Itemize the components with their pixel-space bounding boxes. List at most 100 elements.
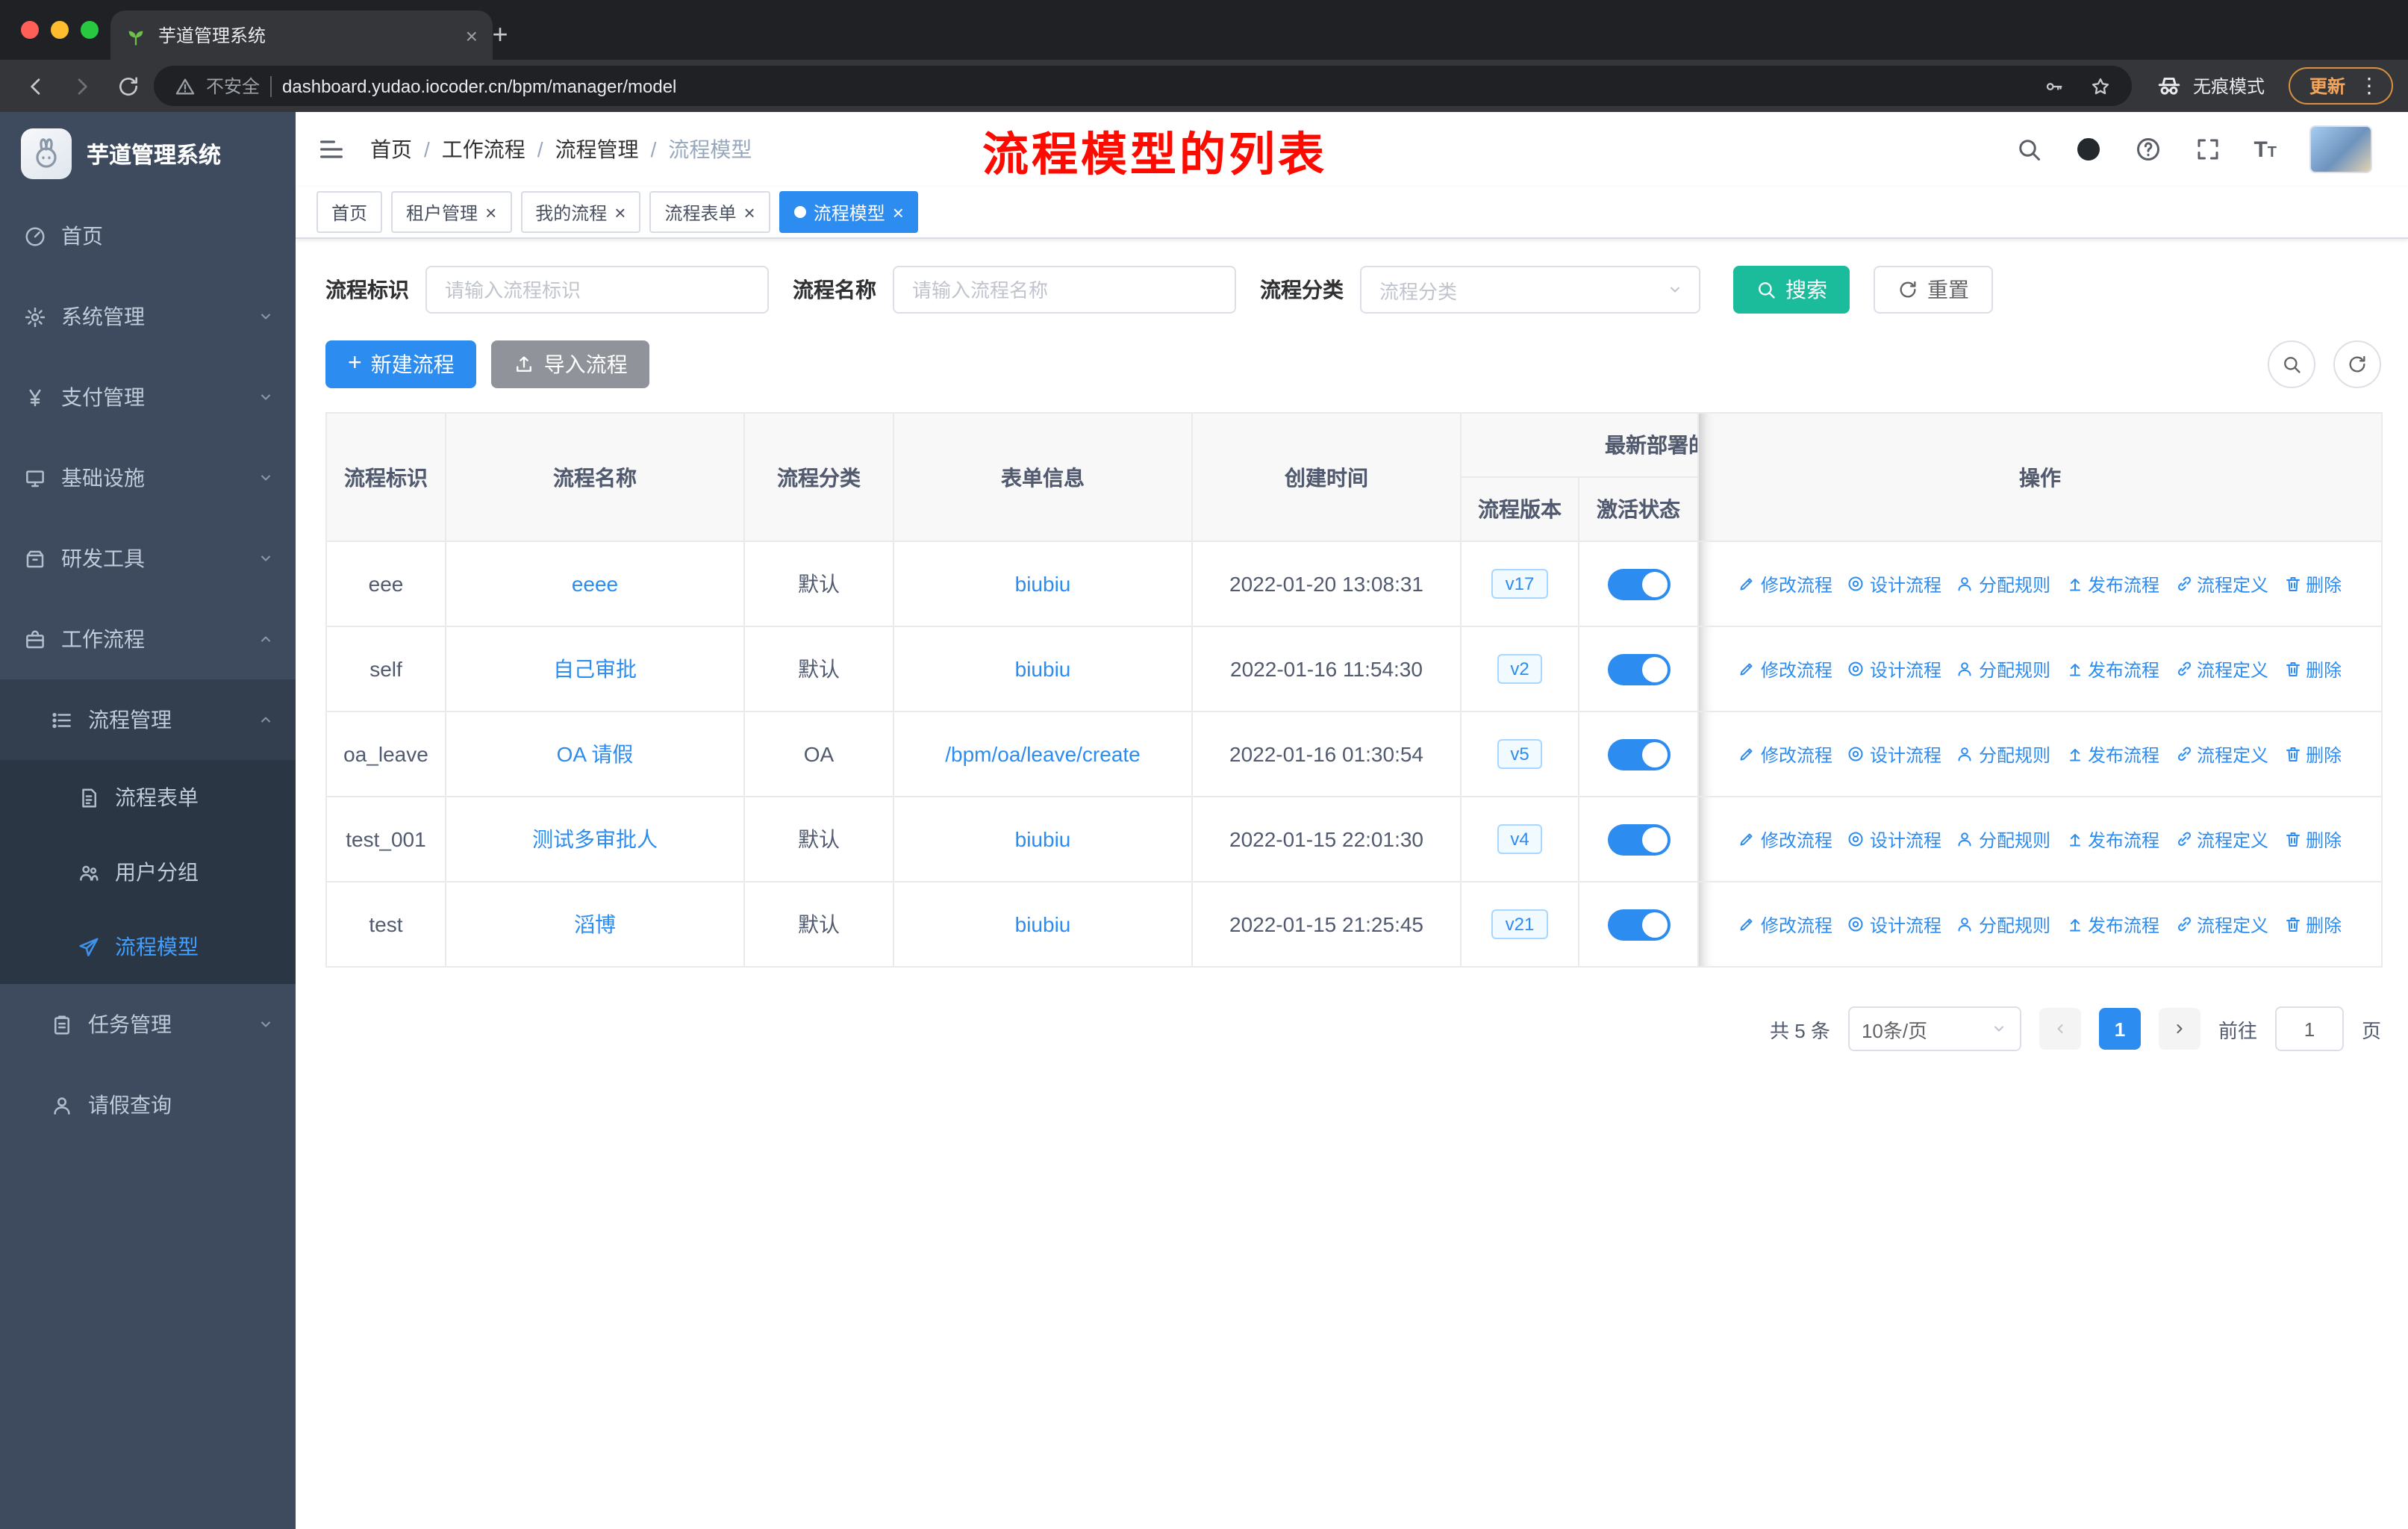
header-search-icon[interactable] (2015, 136, 2042, 163)
action-发布流程[interactable]: 发布流程 (2065, 912, 2159, 937)
create-process-button[interactable]: + 新建流程 (325, 340, 477, 388)
tag-流程表单[interactable]: 流程表单 × (649, 191, 770, 233)
sidebar-item-system[interactable]: 系统管理 (0, 276, 296, 357)
action-发布流程[interactable]: 发布流程 (2065, 656, 2159, 682)
next-page-button[interactable] (2158, 1008, 2200, 1050)
sidebar-item-process-form[interactable]: 流程表单 (0, 760, 296, 835)
sidebar-logo[interactable]: 芋道管理系统 (0, 112, 296, 196)
action-分配规则[interactable]: 分配规则 (1956, 912, 2050, 937)
version-badge[interactable]: v17 (1491, 569, 1548, 599)
action-流程定义[interactable]: 流程定义 (2174, 741, 2268, 767)
action-分配规则[interactable]: 分配规则 (1956, 826, 2050, 852)
back-button[interactable] (15, 66, 55, 106)
sidebar-item-home[interactable]: 首页 (0, 196, 296, 276)
action-删除[interactable]: 删除 (2283, 656, 2342, 682)
action-设计流程[interactable]: 设计流程 (1847, 571, 1941, 597)
tag-close-icon[interactable]: × (893, 202, 904, 222)
action-分配规则[interactable]: 分配规则 (1956, 656, 2050, 682)
import-process-button[interactable]: 导入流程 (491, 340, 650, 388)
tag-租户管理[interactable]: 租户管理 × (391, 191, 512, 233)
tag-我的流程[interactable]: 我的流程 × (520, 191, 641, 233)
window-close-button[interactable] (21, 21, 39, 39)
process-name-link[interactable]: 测试多审批人 (532, 827, 658, 851)
action-分配规则[interactable]: 分配规则 (1956, 571, 2050, 597)
update-button[interactable]: 更新 ⋮ (2288, 67, 2393, 105)
action-修改流程[interactable]: 修改流程 (1738, 912, 1832, 937)
process-name-link[interactable]: 滔博 (574, 912, 616, 936)
password-key-icon[interactable] (2044, 75, 2065, 96)
sidebar-collapse-icon[interactable] (316, 134, 346, 164)
browser-menu-icon[interactable]: ⋮ (2359, 73, 2380, 99)
browser-tab[interactable]: 芋道管理系统 × (110, 10, 493, 60)
breadcrumb-home[interactable]: 首页 (370, 134, 412, 164)
page-1-button[interactable]: 1 (2098, 1008, 2141, 1050)
version-badge[interactable]: v4 (1497, 824, 1543, 854)
action-删除[interactable]: 删除 (2283, 571, 2342, 597)
bookmark-star-icon[interactable] (2090, 75, 2111, 96)
sidebar-item-user-group[interactable]: 用户分组 (0, 835, 296, 909)
action-设计流程[interactable]: 设计流程 (1847, 912, 1941, 937)
breadcrumb-process-mgmt[interactable]: 流程管理 (555, 134, 639, 164)
action-修改流程[interactable]: 修改流程 (1738, 656, 1832, 682)
github-icon[interactable] (2074, 136, 2101, 163)
action-发布流程[interactable]: 发布流程 (2065, 826, 2159, 852)
active-toggle[interactable] (1607, 653, 1670, 685)
action-设计流程[interactable]: 设计流程 (1847, 656, 1941, 682)
page-size-select[interactable]: 10条/页 (1847, 1006, 2021, 1051)
action-流程定义[interactable]: 流程定义 (2174, 656, 2268, 682)
action-设计流程[interactable]: 设计流程 (1847, 741, 1941, 767)
breadcrumb-workflow[interactable]: 工作流程 (442, 134, 525, 164)
sidebar-item-devtools[interactable]: 研发工具 (0, 518, 296, 599)
sidebar-item-process-mgmt[interactable]: 流程管理 (0, 679, 296, 760)
search-button[interactable]: 搜索 (1733, 266, 1850, 314)
sidebar-item-pay[interactable]: 支付管理 (0, 357, 296, 437)
new-tab-button[interactable]: + (481, 15, 520, 54)
table-search-button[interactable] (2268, 340, 2315, 388)
action-流程定义[interactable]: 流程定义 (2174, 571, 2268, 597)
user-avatar[interactable] (2309, 125, 2372, 173)
active-toggle[interactable] (1607, 738, 1670, 770)
action-流程定义[interactable]: 流程定义 (2174, 912, 2268, 937)
table-refresh-button[interactable] (2333, 340, 2381, 388)
action-删除[interactable]: 删除 (2283, 912, 2342, 937)
action-发布流程[interactable]: 发布流程 (2065, 741, 2159, 767)
form-info-link[interactable]: biubiu (1015, 572, 1071, 596)
window-zoom-button[interactable] (81, 21, 99, 39)
forward-button[interactable] (61, 66, 102, 106)
action-分配规则[interactable]: 分配规则 (1956, 741, 2050, 767)
sidebar-item-infra[interactable]: 基础设施 (0, 437, 296, 518)
fullscreen-icon[interactable] (2194, 136, 2221, 163)
tag-close-icon[interactable]: × (614, 202, 626, 222)
process-name-link[interactable]: OA 请假 (557, 742, 634, 766)
process-name-link[interactable]: 自己审批 (553, 657, 637, 681)
reload-button[interactable] (107, 66, 148, 106)
action-发布流程[interactable]: 发布流程 (2065, 571, 2159, 597)
version-badge[interactable]: v5 (1497, 739, 1543, 769)
version-badge[interactable]: v2 (1497, 654, 1543, 684)
process-id-input[interactable] (425, 266, 769, 314)
category-select[interactable]: 流程分类 (1360, 266, 1700, 314)
address-bar[interactable]: 不安全 dashboard.yudao.iocoder.cn/bpm/manag… (154, 66, 2132, 106)
action-修改流程[interactable]: 修改流程 (1738, 826, 1832, 852)
url-text[interactable]: dashboard.yudao.iocoder.cn/bpm/manager/m… (282, 75, 676, 96)
form-info-link[interactable]: biubiu (1015, 827, 1071, 851)
action-设计流程[interactable]: 设计流程 (1847, 826, 1941, 852)
form-info-link[interactable]: /bpm/oa/leave/create (945, 742, 1141, 766)
help-icon[interactable] (2134, 136, 2161, 163)
active-toggle[interactable] (1607, 823, 1670, 855)
tag-首页[interactable]: 首页 (316, 191, 383, 233)
action-流程定义[interactable]: 流程定义 (2174, 826, 2268, 852)
sidebar-item-leave-query[interactable]: 请假查询 (0, 1065, 296, 1145)
sidebar-item-process-model[interactable]: 流程模型 (0, 909, 296, 984)
active-toggle[interactable] (1607, 909, 1670, 940)
window-minimize-button[interactable] (51, 21, 69, 39)
active-toggle[interactable] (1607, 568, 1670, 600)
reset-button[interactable]: 重置 (1874, 266, 1993, 314)
form-info-link[interactable]: biubiu (1015, 657, 1071, 681)
action-删除[interactable]: 删除 (2283, 741, 2342, 767)
action-修改流程[interactable]: 修改流程 (1738, 741, 1832, 767)
tag-close-icon[interactable]: × (744, 202, 755, 222)
process-name-link[interactable]: eeee (572, 572, 618, 596)
tag-流程模型[interactable]: 流程模型 × (779, 191, 919, 233)
form-info-link[interactable]: biubiu (1015, 912, 1071, 936)
